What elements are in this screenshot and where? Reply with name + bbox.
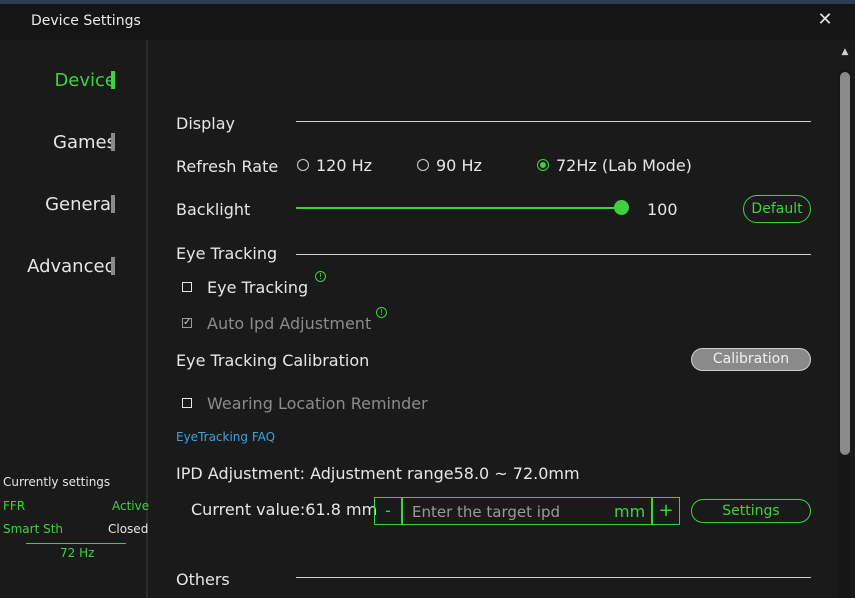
calibration-button[interactable]: Calibration <box>691 348 811 371</box>
ipd-current-value: Current value:61.8 mm <box>191 500 378 519</box>
refresh-rate-label: Refresh Rate <box>176 157 279 176</box>
sidebar-item-games[interactable]: Games <box>53 132 116 153</box>
radio-90hz-label[interactable]: 90 Hz <box>436 156 482 175</box>
sidebar-indicator-advanced <box>111 257 115 275</box>
display-section-title: Display <box>176 114 235 133</box>
smooth-label: Smart Sth <box>3 522 64 536</box>
smooth-value: Closed <box>108 522 149 536</box>
eye-tracking-info-icon[interactable]: ! <box>315 271 326 282</box>
ipd-increase-button[interactable]: + <box>652 497 680 525</box>
ipd-settings-button[interactable]: Settings <box>691 499 811 523</box>
backlight-slider-thumb[interactable] <box>614 200 629 215</box>
backlight-slider-track[interactable] <box>296 207 622 209</box>
ipd-input-box[interactable]: Enter the target ipd mm <box>402 497 652 525</box>
radio-72hz[interactable] <box>537 159 549 171</box>
eye-tracking-section-title: Eye Tracking <box>176 244 278 263</box>
ipd-input-placeholder[interactable]: Enter the target ipd <box>412 503 560 521</box>
sidebar-item-advanced[interactable]: Advanced <box>27 256 116 277</box>
current-settings-divider <box>26 543 126 544</box>
eye-tracking-label[interactable]: Eye Tracking <box>207 278 308 297</box>
radio-72hz-label[interactable]: 72Hz (Lab Mode) <box>556 156 692 175</box>
default-button[interactable]: Default <box>743 195 811 223</box>
current-settings-title: Currently settings <box>3 475 111 489</box>
sidebar-item-device[interactable]: Device <box>54 70 116 91</box>
display-divider <box>296 121 811 122</box>
radio-90hz[interactable] <box>417 159 429 171</box>
ffr-value: Active <box>112 499 150 513</box>
sidebar-indicator-general <box>111 195 115 213</box>
backlight-label: Backlight <box>176 200 251 219</box>
others-divider <box>296 577 811 578</box>
eye-tracking-divider <box>296 254 811 255</box>
radio-120hz-label[interactable]: 120 Hz <box>316 156 372 175</box>
window-title: Device Settings <box>31 13 141 29</box>
scroll-up-icon[interactable]: ▲ <box>839 46 851 58</box>
ffr-label: FFR <box>3 499 26 513</box>
eyetracking-faq-link[interactable]: EyeTracking FAQ <box>176 430 275 444</box>
scrollbar-thumb[interactable] <box>840 72 850 455</box>
wearing-reminder-label[interactable]: Wearing Location Reminder <box>207 394 428 413</box>
auto-ipd-info-icon[interactable]: ! <box>376 307 387 318</box>
auto-ipd-label[interactable]: Auto Ipd Adjustment <box>207 314 371 333</box>
sidebar-indicator-games <box>111 133 115 151</box>
others-section-title: Others <box>176 570 230 589</box>
sidebar: Device Games General Advanced <box>0 40 148 598</box>
sidebar-item-general[interactable]: General <box>45 194 116 215</box>
ipd-unit: mm <box>614 502 646 521</box>
ipd-title: IPD Adjustment: Adjustment range58.0 ~ 7… <box>176 464 580 483</box>
eye-tracking-checkbox[interactable] <box>182 282 192 292</box>
wearing-reminder-checkbox[interactable] <box>182 398 192 408</box>
radio-120hz[interactable] <box>297 159 309 171</box>
current-refresh: 72 Hz <box>60 546 95 560</box>
close-icon[interactable]: ✕ <box>815 8 835 32</box>
calibration-label: Eye Tracking Calibration <box>176 351 370 370</box>
ipd-decrease-button[interactable]: - <box>374 497 402 525</box>
auto-ipd-checkbox[interactable]: ✓ <box>182 318 192 328</box>
sidebar-active-indicator <box>111 71 115 89</box>
backlight-value: 100 <box>647 200 678 219</box>
